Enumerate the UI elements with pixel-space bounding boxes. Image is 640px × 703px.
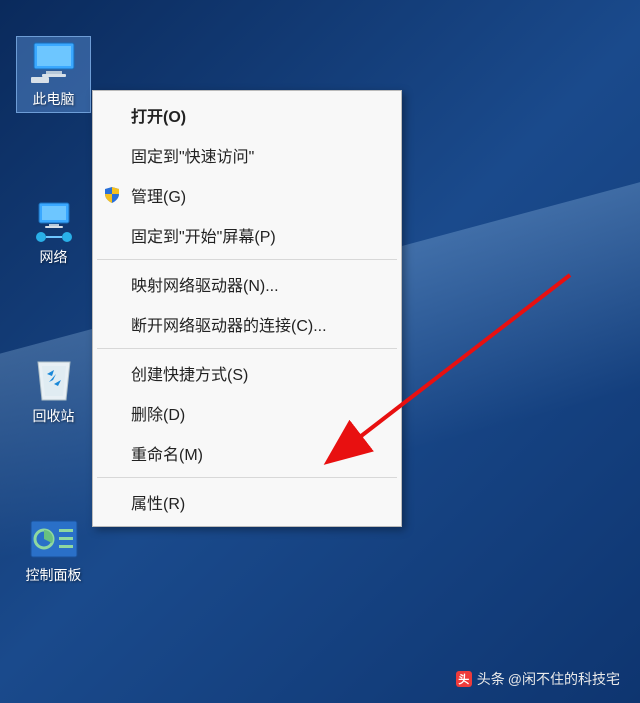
desktop-icon-network[interactable]: 网络 bbox=[16, 195, 91, 270]
shield-icon bbox=[103, 186, 121, 204]
menu-item-open[interactable]: 打开(O) bbox=[95, 95, 399, 135]
network-icon bbox=[29, 198, 79, 243]
menu-item-properties[interactable]: 属性(R) bbox=[95, 482, 399, 522]
menu-divider bbox=[97, 348, 397, 349]
monitor-icon bbox=[29, 40, 79, 85]
desktop-icon-label: 控制面板 bbox=[26, 565, 82, 585]
menu-divider bbox=[97, 477, 397, 478]
menu-item-label: 重命名(M) bbox=[131, 441, 203, 465]
menu-item-label: 删除(D) bbox=[131, 401, 185, 425]
desktop-icon-this-pc[interactable]: 此电脑 bbox=[16, 36, 91, 113]
desktop-icon-recycle-bin[interactable]: 回收站 bbox=[16, 354, 91, 429]
menu-item-manage[interactable]: 管理(G) bbox=[95, 175, 399, 215]
desktop-icon-control-panel[interactable]: 控制面板 bbox=[16, 513, 91, 588]
desktop-icon-label: 网络 bbox=[40, 247, 68, 267]
watermark-prefix: 头条 bbox=[477, 669, 505, 689]
menu-item-label: 映射网络驱动器(N)... bbox=[131, 272, 279, 296]
menu-item-delete[interactable]: 删除(D) bbox=[95, 393, 399, 433]
desktop-icon-label: 回收站 bbox=[33, 406, 75, 426]
menu-item-rename[interactable]: 重命名(M) bbox=[95, 433, 399, 473]
menu-item-label: 固定到"快速访问" bbox=[131, 143, 254, 167]
menu-divider bbox=[97, 259, 397, 260]
menu-item-pin-quick-access[interactable]: 固定到"快速访问" bbox=[95, 135, 399, 175]
menu-item-label: 属性(R) bbox=[131, 490, 185, 514]
context-menu: 打开(O) 固定到"快速访问" 管理(G) 固定到"开始"屏幕(P) 映射网络驱… bbox=[92, 90, 402, 527]
control-panel-icon bbox=[29, 516, 79, 561]
menu-item-create-shortcut[interactable]: 创建快捷方式(S) bbox=[95, 353, 399, 393]
watermark-author: @闲不住的科技宅 bbox=[508, 669, 620, 689]
desktop-icon-label: 此电脑 bbox=[33, 89, 75, 109]
recycle-bin-icon bbox=[29, 357, 79, 402]
menu-item-label: 固定到"开始"屏幕(P) bbox=[131, 223, 276, 247]
watermark: 头 头条 @闲不住的科技宅 bbox=[456, 669, 620, 689]
menu-item-label: 打开(O) bbox=[131, 103, 186, 127]
desktop[interactable]: 此电脑 网络 回收站 bbox=[0, 0, 640, 703]
menu-item-label: 创建快捷方式(S) bbox=[131, 361, 248, 385]
toutiao-icon: 头 bbox=[456, 671, 472, 687]
menu-item-map-drive[interactable]: 映射网络驱动器(N)... bbox=[95, 264, 399, 304]
menu-item-disconnect-drive[interactable]: 断开网络驱动器的连接(C)... bbox=[95, 304, 399, 344]
menu-item-pin-start[interactable]: 固定到"开始"屏幕(P) bbox=[95, 215, 399, 255]
menu-item-label: 管理(G) bbox=[131, 183, 186, 207]
menu-item-label: 断开网络驱动器的连接(C)... bbox=[131, 312, 327, 336]
